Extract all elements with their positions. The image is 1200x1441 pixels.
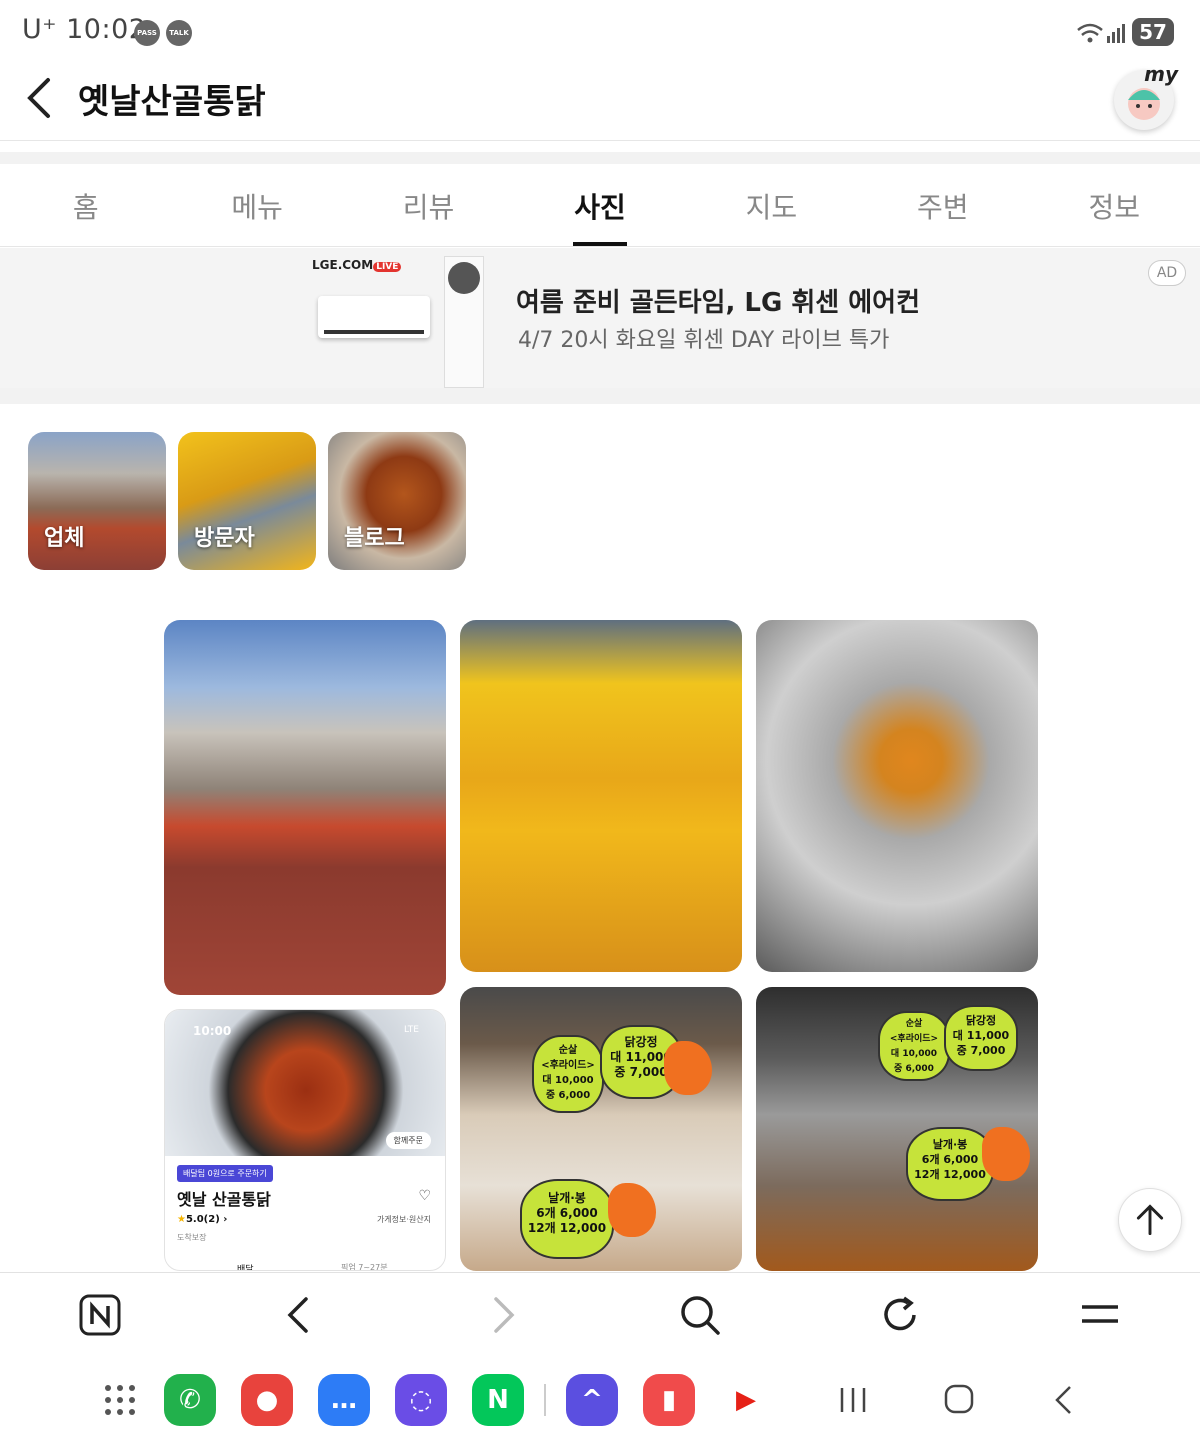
screenshot-signal: LTE (404, 1025, 419, 1035)
sign-gangjeong-2: 닭강정 대 11,000 중 7,000 (944, 1005, 1018, 1071)
photo-app-screenshot[interactable]: 10:00 LTE 함께주문 배달팁 0원으로 주문하기 옛날 산골통닭 ♡ ★… (164, 1009, 446, 1271)
thumbs-up-icon (664, 1041, 712, 1095)
home-icon[interactable] (944, 1384, 974, 1414)
screenshot-tab-delivery: 배달 (237, 1265, 254, 1271)
nav-back-icon[interactable] (1052, 1384, 1076, 1416)
section-gap-2 (0, 388, 1200, 404)
ac-dial-image (448, 262, 480, 294)
app-a-icon[interactable]: ^ (566, 1374, 618, 1426)
tab-home[interactable]: 홈 (0, 166, 171, 246)
forward-icon[interactable] (480, 1293, 524, 1337)
page-title: 옛날산골통닭 (78, 82, 266, 122)
naver-glyph: N (487, 1385, 509, 1415)
tab-review[interactable]: 리뷰 (343, 166, 514, 246)
category-blog[interactable]: 블로그 (328, 432, 466, 570)
category-visitor-label: 방문자 (194, 526, 255, 551)
category-blog-label: 블로그 (344, 526, 405, 551)
ad-subline: 4/7 20시 화요일 휘센 DAY 라이브 특가 (518, 328, 890, 353)
battery-indicator: 57 (1132, 18, 1174, 46)
back-button[interactable] (22, 74, 58, 122)
tab-bar: 홈 메뉴 리뷰 사진 지도 주변 정보 (0, 166, 1200, 246)
screenshot-tab-pickup: 픽업 7~27분 (341, 1263, 388, 1271)
thumbs-up-icon-2 (608, 1183, 656, 1237)
screenshot-store-info: 가게정보·원산지 (376, 1215, 431, 1224)
menu-icon[interactable] (1078, 1293, 1122, 1337)
sign-wings: 날개·봉 6개 6,000 12개 12,000 (520, 1179, 614, 1259)
tab-info[interactable]: 정보 (1029, 166, 1200, 246)
ad-live-badge: LIVE (373, 262, 402, 272)
screenshot-store-name: 옛날 산골통닭 (177, 1190, 271, 1209)
youtube-app-icon[interactable]: ▶ (720, 1374, 772, 1426)
dock-divider (544, 1384, 546, 1416)
naver-app-icon[interactable]: N (472, 1374, 524, 1426)
signal-icon (1107, 24, 1125, 43)
tab-map[interactable]: 지도 (686, 166, 857, 246)
status-carrier-time: U⁺ 10:02 (22, 14, 146, 45)
ad-brand-name: LGE.COM (312, 258, 374, 272)
talk-badge-icon: TALK (166, 20, 192, 46)
carrier-label: U⁺ (22, 14, 58, 45)
screenshot-address: 도착보장 (177, 1233, 207, 1242)
sign-boneless-2: 순살 <후라이드> 대 10,000 중 6,000 (878, 1011, 950, 1081)
contacts-glyph: ● (255, 1385, 279, 1415)
recent-apps-icon[interactable] (838, 1386, 868, 1414)
screenshot-time: 10:00 (193, 1024, 232, 1038)
scroll-to-top-button[interactable] (1118, 1188, 1182, 1252)
rating-value: 5.0(2) (185, 1214, 220, 1225)
star-icon: ★ (177, 1214, 186, 1225)
phone-app-icon[interactable]: ✆ (164, 1374, 216, 1426)
refresh-icon[interactable] (878, 1293, 922, 1337)
air-conditioner-image (318, 296, 430, 338)
tab-menu[interactable]: 메뉴 (171, 166, 342, 246)
sign-wings-2: 날개·봉 6개 6,000 12개 12,000 (906, 1127, 994, 1201)
contacts-app-icon[interactable]: ● (241, 1374, 293, 1426)
ad-badge[interactable]: AD (1148, 260, 1186, 286)
category-business[interactable]: 업체 (28, 432, 166, 570)
search-icon[interactable] (678, 1293, 722, 1337)
category-visitor[interactable]: 방문자 (178, 432, 316, 570)
pass-badge-icon: PASS (134, 20, 160, 46)
section-gap (0, 152, 1200, 164)
status-bar: U⁺ 10:02 PASS TALK 57 (0, 0, 1200, 62)
tab-nearby[interactable]: 주변 (857, 166, 1028, 246)
my-label: my (1144, 62, 1178, 86)
youtube-glyph: ▶ (736, 1385, 756, 1415)
browser-toolbar (0, 1272, 1200, 1360)
messages-glyph: … (331, 1385, 357, 1415)
tab-photo[interactable]: 사진 (514, 166, 685, 246)
ad-banner[interactable]: LGE.COM LIVE 여름 준비 골든타임, LG 휘센 에어컨 4/7 20… (0, 248, 1200, 388)
ad-brand: LGE.COM LIVE (312, 258, 402, 272)
app-dock: ✆ ● … ◌ N ^ ▮ ▶ (0, 1360, 1200, 1441)
photo-frying-counter[interactable]: 순살 <후라이드> 대 10,000 중 6,000 닭강정 대 11,000 … (756, 987, 1038, 1271)
app-drawer-icon[interactable] (104, 1384, 136, 1416)
notes-glyph: ▮ (661, 1385, 677, 1415)
category-business-label: 업체 (44, 526, 85, 551)
screenshot-rating: ★5.0(2) › (177, 1214, 228, 1225)
messages-app-icon[interactable]: … (318, 1374, 370, 1426)
photo-price-signs[interactable]: 순살 <후라이드> 대 10,000 중 6,000 닭강정 대 11,000 … (460, 987, 742, 1271)
sign-boneless: 순살 <후라이드> 대 10,000 중 6,000 (532, 1035, 604, 1113)
photo-menu-board[interactable] (460, 620, 742, 972)
app-a-glyph: ^ (581, 1385, 603, 1415)
ad-headline: 여름 준비 골든타임, LG 휘센 에어컨 (516, 288, 921, 318)
header-divider (0, 140, 1200, 141)
internet-app-icon[interactable]: ◌ (395, 1374, 447, 1426)
notes-app-icon[interactable]: ▮ (643, 1374, 695, 1426)
naver-home-icon[interactable] (78, 1293, 122, 1337)
heart-icon: ♡ (418, 1188, 431, 1204)
phone-glyph: ✆ (179, 1385, 201, 1415)
wifi-icon (1077, 23, 1103, 43)
back-icon[interactable] (278, 1293, 322, 1337)
photo-chicken-tray[interactable] (756, 620, 1038, 972)
thumbs-up-icon-3 (982, 1127, 1030, 1181)
photo-storefront[interactable] (164, 620, 446, 995)
tabs-divider (0, 246, 1200, 247)
internet-glyph: ◌ (409, 1385, 433, 1415)
group-order-chip: 함께주문 (385, 1132, 431, 1149)
promo-badge: 배달팁 0원으로 주문하기 (177, 1165, 273, 1182)
